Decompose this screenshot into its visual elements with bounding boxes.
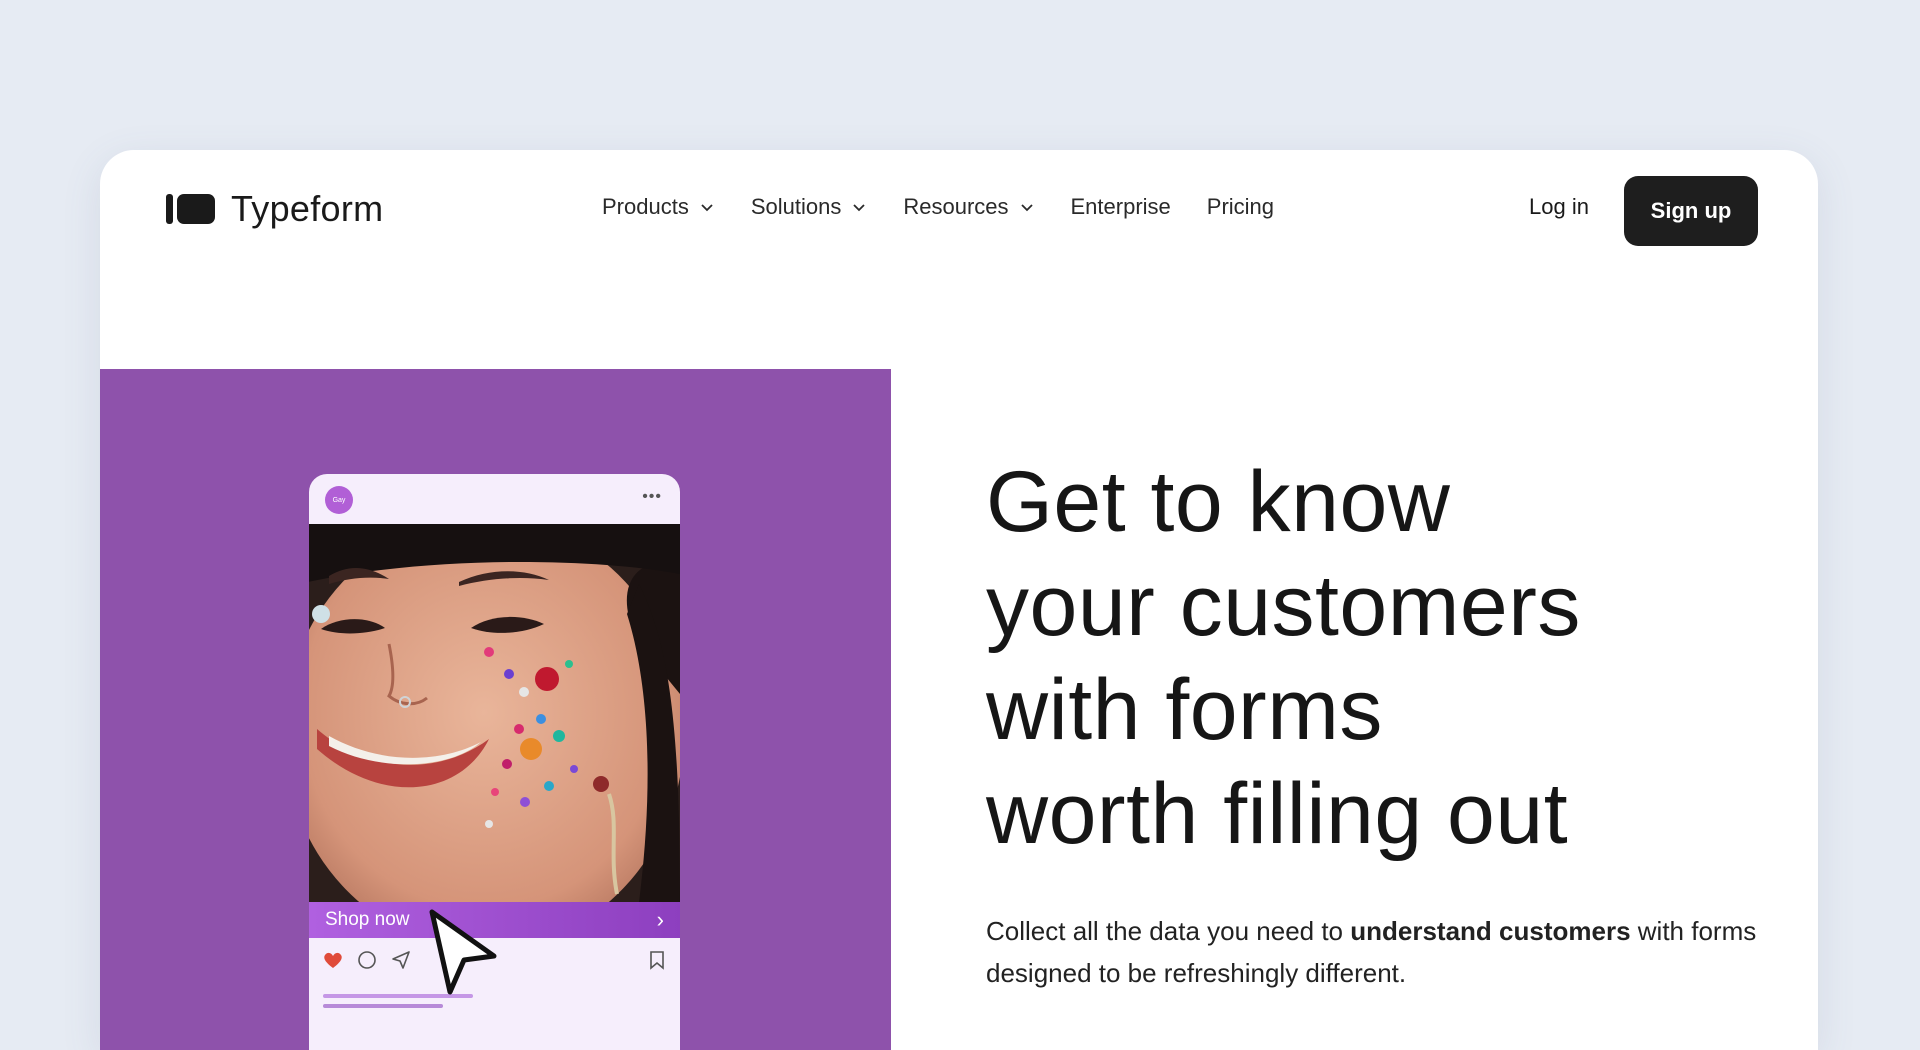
nav-item-label: Enterprise <box>1070 194 1171 219</box>
heart-icon[interactable] <box>323 951 343 969</box>
typeform-logo-icon <box>166 194 215 224</box>
share-icon[interactable] <box>391 950 411 970</box>
bookmark-icon[interactable] <box>648 950 666 970</box>
post-photo <box>309 524 680 902</box>
chevron-down-icon <box>701 204 713 212</box>
nav-item-label: Solutions <box>750 194 842 219</box>
hero-section: Get to know your customers with forms wo… <box>986 450 1786 866</box>
post-actions <box>323 950 411 970</box>
caption-placeholder-line <box>323 1004 443 1008</box>
shop-now-label: Shop now <box>325 909 410 930</box>
chevron-down-icon <box>853 204 865 212</box>
nav-item-label: Resources <box>903 194 1009 219</box>
post-header: Gay ••• <box>309 474 680 524</box>
hero-title: Get to know your customers with forms wo… <box>986 450 1786 866</box>
comment-icon[interactable] <box>357 950 377 970</box>
nav-item-solutions[interactable]: Solutions <box>751 194 868 220</box>
hero-subtitle-emphasis: understand customers <box>1350 916 1631 946</box>
chevron-down-icon <box>1020 204 1033 212</box>
nav-item-enterprise[interactable]: Enterprise <box>1071 194 1171 220</box>
nav-item-products[interactable]: Products <box>602 194 715 220</box>
hero-subtitle: Collect all the data you need to underst… <box>986 910 1786 994</box>
login-link[interactable]: Log in <box>1529 194 1589 220</box>
nav-item-resources[interactable]: Resources <box>903 194 1034 220</box>
signup-button[interactable]: Sign up <box>1624 176 1758 246</box>
face-photo-illustration <box>309 524 680 902</box>
hero-title-line: worth filling out <box>986 766 1569 862</box>
hero-title-line: Get to know <box>986 454 1451 550</box>
hero-title-line: your customers <box>986 558 1581 654</box>
nav-item-pricing[interactable]: Pricing <box>1207 194 1274 220</box>
avatar: Gay <box>325 486 353 514</box>
typeform-logo[interactable]: Typeform <box>166 188 383 230</box>
nav-item-label: Products <box>602 194 689 219</box>
mouse-cursor-icon <box>429 909 497 995</box>
main-nav: Products Solutions Resources Enterprise … <box>602 194 1274 220</box>
more-dots-icon: ••• <box>642 488 662 505</box>
hero-subtitle-text: Collect all the data you need to <box>986 916 1351 946</box>
chevron-right-icon: › <box>656 907 664 932</box>
site-header: Typeform Products Solutions Resources En… <box>100 150 1818 270</box>
nav-item-label: Pricing <box>1206 194 1275 219</box>
landing-page-card: Typeform Products Solutions Resources En… <box>100 150 1818 1050</box>
hero-title-line: with forms <box>986 662 1383 758</box>
brand-name: Typeform <box>231 188 384 229</box>
